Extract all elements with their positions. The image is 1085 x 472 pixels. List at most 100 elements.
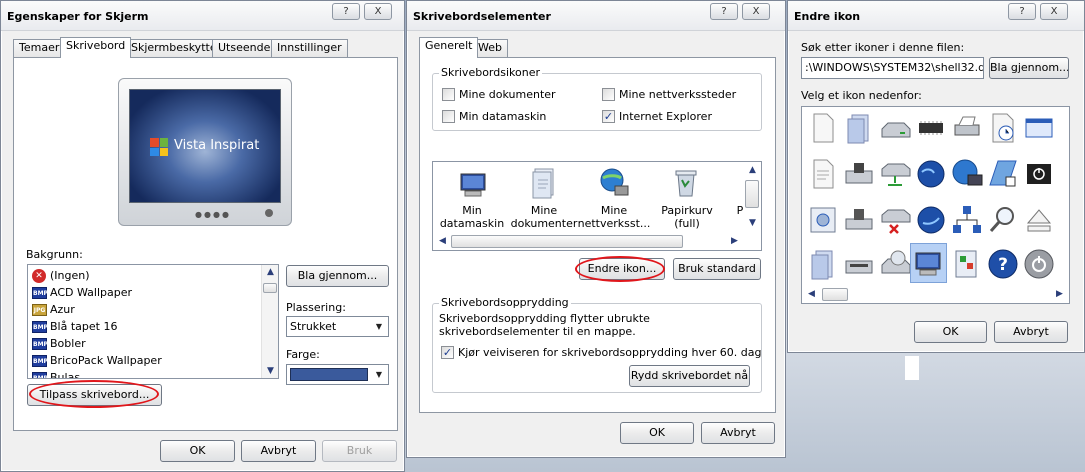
color-picker[interactable]: ▼: [286, 364, 389, 385]
display-tabs: Temaer Skrivebord Skjermbeskytter Utseen…: [13, 37, 393, 58]
close-button[interactable]: X: [1040, 3, 1068, 20]
checkbox-cleanup-wizard[interactable]: ✓ Kjør veiviseren for skrivebordsopprydd…: [441, 346, 761, 359]
folder-icon[interactable]: [842, 111, 876, 145]
checkbox-internet-explorer[interactable]: ✓ Internet Explorer: [602, 110, 712, 123]
close-button[interactable]: X: [742, 3, 770, 20]
change-icon-button[interactable]: Endre ikon...: [579, 258, 665, 280]
scroll-up-icon[interactable]: ▲: [263, 267, 278, 277]
cd-drive-icon[interactable]: [878, 247, 912, 281]
checkbox-box[interactable]: [442, 88, 455, 101]
internet-icon[interactable]: [914, 203, 948, 237]
documents-icon[interactable]: [527, 166, 561, 200]
icon-file-path-input[interactable]: :\WINDOWS\SYSTEM32\shell32.dll: [801, 57, 984, 79]
tab-general[interactable]: Generelt: [419, 37, 479, 58]
desktop-shortcut-icon[interactable]: [986, 157, 1020, 191]
list-item-azur[interactable]: JPG Azur: [28, 301, 260, 318]
checkbox-my-documents[interactable]: Mine dokumenter: [442, 88, 556, 101]
eject-icon[interactable]: [1022, 203, 1056, 237]
icon-grid-hscrollbar[interactable]: ◀ ▶: [802, 286, 1069, 303]
disconnected-drive-icon[interactable]: [878, 203, 912, 237]
floppy-drive-icon[interactable]: [842, 157, 876, 191]
chevron-down-icon[interactable]: ▼: [371, 366, 387, 383]
scroll-right-icon[interactable]: ▶: [727, 236, 742, 246]
chip-icon[interactable]: [914, 111, 948, 145]
checkbox-network-places[interactable]: Mine nettverkssteder: [602, 88, 736, 101]
ram-drive-icon[interactable]: [842, 247, 876, 281]
tab-settings[interactable]: Innstillinger: [271, 39, 348, 57]
apply-button[interactable]: Bruk: [322, 440, 397, 462]
scroll-right-icon[interactable]: ▶: [1052, 289, 1067, 299]
tab-appearance[interactable]: Utseende: [212, 39, 277, 57]
cancel-button[interactable]: Avbryt: [994, 321, 1068, 343]
scroll-left-icon[interactable]: ◀: [435, 236, 450, 246]
color-swatch: [290, 368, 368, 381]
list-item-bricopack[interactable]: BMP BricoPack Wallpaper: [28, 352, 260, 369]
globe-icon[interactable]: [914, 157, 948, 191]
list-item-bla-tapet[interactable]: BMP Blå tapet 16: [28, 318, 260, 335]
scroll-down-icon[interactable]: ▼: [263, 366, 278, 376]
printer-icon[interactable]: [950, 111, 984, 145]
scroll-thumb[interactable]: [263, 283, 277, 293]
list-item-acd[interactable]: BMP ACD Wallpaper: [28, 284, 260, 301]
text-doc-icon[interactable]: [806, 157, 840, 191]
network-drive-icon[interactable]: [878, 157, 912, 191]
folder-icon[interactable]: [806, 247, 840, 281]
removable-drive-icon[interactable]: [842, 203, 876, 237]
icon-list-scrollbar[interactable]: ▲ ▼: [744, 162, 761, 234]
browse-button[interactable]: Bla gjennom...: [989, 57, 1069, 79]
icon-grid[interactable]: ? ◀ ▶: [801, 106, 1070, 304]
cancel-button[interactable]: Avbryt: [241, 440, 316, 462]
power-icon[interactable]: [1022, 247, 1056, 281]
network-icon[interactable]: [597, 166, 631, 200]
recycle-bin-icon[interactable]: [669, 166, 703, 200]
drive-icon[interactable]: [878, 111, 912, 145]
scroll-thumb[interactable]: [745, 180, 759, 208]
window-icon[interactable]: [1022, 111, 1056, 145]
computer-icon[interactable]: [912, 247, 946, 281]
network-tree-icon[interactable]: [950, 203, 984, 237]
cancel-button[interactable]: Avbryt: [701, 422, 775, 444]
shutdown-icon[interactable]: [1022, 157, 1056, 191]
checkbox-box[interactable]: ✓: [441, 346, 454, 359]
chevron-down-icon[interactable]: ▼: [371, 318, 387, 335]
computer-icon[interactable]: [457, 168, 491, 202]
ok-button[interactable]: OK: [914, 321, 987, 343]
change-icon-dialog: Endre ikon ? X Søk etter ikoner i denne …: [787, 0, 1085, 353]
background-listbox[interactable]: ✕ (Ingen) BMP ACD Wallpaper JPG Azur BMP Blå…: [27, 264, 279, 379]
checkbox-box[interactable]: [442, 110, 455, 123]
scroll-down-icon[interactable]: ▼: [745, 218, 760, 228]
list-item-bobler[interactable]: BMP Bobler: [28, 335, 260, 352]
checkbox-my-computer[interactable]: Min datamaskin: [442, 110, 546, 123]
icon-list-hscrollbar[interactable]: ◀ ▶: [433, 233, 745, 250]
scroll-left-icon[interactable]: ◀: [804, 289, 819, 299]
background-scrollbar[interactable]: ▲ ▼: [261, 265, 278, 378]
scroll-thumb[interactable]: [822, 288, 848, 301]
tab-themes[interactable]: Temaer: [13, 39, 66, 57]
desktop-icon-list[interactable]: Min datamaskin Mine dokumenter Mine nett…: [432, 161, 762, 251]
ok-button[interactable]: OK: [160, 440, 235, 462]
globe-computer-icon[interactable]: [950, 157, 984, 191]
tab-desktop[interactable]: Skrivebord: [60, 37, 132, 58]
checkbox-box[interactable]: [602, 88, 615, 101]
document-icon[interactable]: [806, 111, 840, 145]
search-icon[interactable]: [986, 203, 1020, 237]
control-panel-icon[interactable]: [950, 247, 984, 281]
scroll-thumb[interactable]: [451, 235, 683, 248]
customize-desktop-button[interactable]: Tilpass skrivebord...: [27, 384, 162, 406]
help-button[interactable]: ?: [710, 3, 738, 20]
help-button[interactable]: ?: [332, 3, 360, 20]
ok-button[interactable]: OK: [620, 422, 694, 444]
list-item-bulas[interactable]: BMP Bulas: [28, 369, 260, 378]
settings-icon[interactable]: [806, 203, 840, 237]
checkbox-box[interactable]: ✓: [602, 110, 615, 123]
close-button[interactable]: X: [364, 3, 392, 20]
list-item-none[interactable]: ✕ (Ingen): [28, 267, 260, 284]
restore-default-button[interactable]: Bruk standard: [673, 258, 761, 280]
cleanup-now-button[interactable]: Rydd skrivebordet nå: [629, 365, 750, 387]
scroll-up-icon[interactable]: ▲: [745, 165, 760, 175]
position-select[interactable]: Strukket ▼: [286, 316, 389, 337]
help-icon[interactable]: ?: [986, 247, 1020, 281]
clock-doc-icon[interactable]: [986, 111, 1020, 145]
help-button[interactable]: ?: [1008, 3, 1036, 20]
browse-button[interactable]: Bla gjennom...: [286, 265, 389, 287]
